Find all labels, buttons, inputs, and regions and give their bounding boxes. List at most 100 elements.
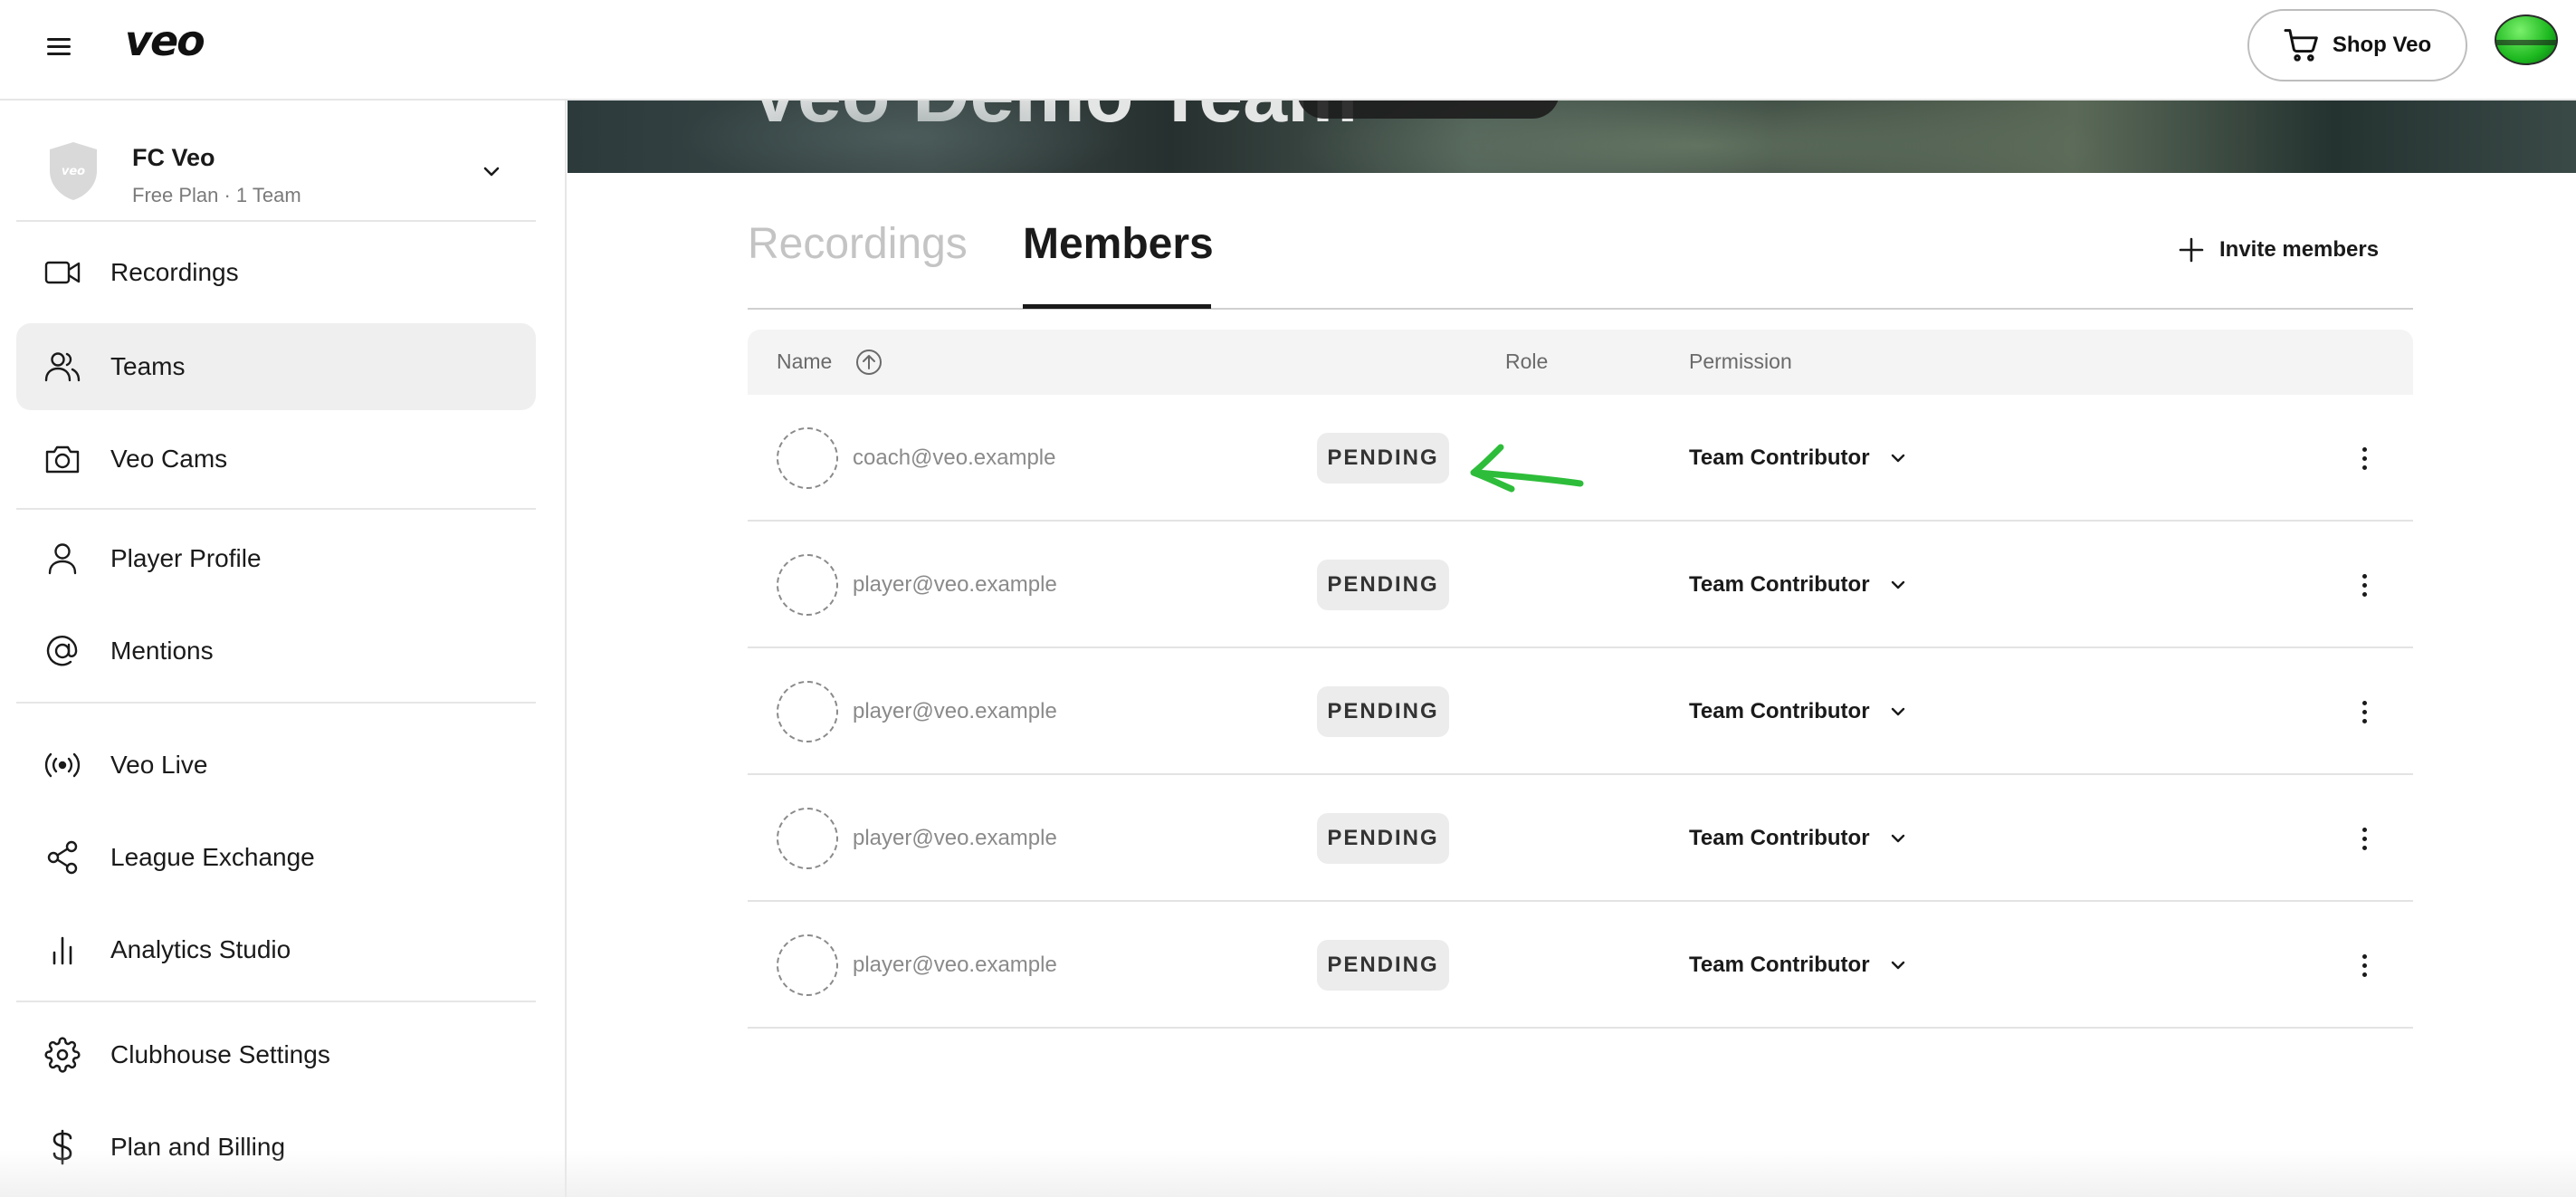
sidebar-item-veo-cams[interactable]: Veo Cams: [16, 416, 536, 503]
permission-value: Team Contributor: [1689, 699, 1870, 723]
tab-members[interactable]: Members: [1023, 219, 1214, 269]
club-shield-icon: veo: [50, 142, 97, 200]
shop-veo-button[interactable]: Shop Veo: [2247, 9, 2467, 81]
more-options-icon[interactable]: [2348, 694, 2380, 730]
sidebar-item-mentions[interactable]: Mentions: [16, 608, 536, 694]
table-row: player@veo.example PENDING Team Contribu…: [748, 775, 2413, 902]
status-badge: PENDING: [1317, 813, 1449, 864]
sidebar-item-label: Recordings: [110, 258, 239, 286]
sidebar-item-label: Player Profile: [110, 544, 262, 572]
svg-text:veo: veo: [62, 165, 85, 178]
invite-members-button[interactable]: Invite members: [2178, 230, 2379, 270]
sidebar-item-veo-live[interactable]: Veo Live: [16, 722, 536, 809]
member-avatar-placeholder: [777, 681, 838, 742]
chevron-down-icon[interactable]: [478, 158, 505, 186]
user-icon: [43, 540, 81, 578]
annotation-arrow-icon: [1470, 444, 1584, 493]
video-camera-icon: [43, 254, 81, 292]
status-badge: PENDING: [1317, 686, 1449, 737]
member-avatar-placeholder: [777, 427, 838, 489]
more-options-icon[interactable]: [2348, 820, 2380, 857]
sidebar-item-label: League Exchange: [110, 843, 315, 871]
member-email: player@veo.example: [853, 699, 1057, 723]
bar-chart-icon: [43, 931, 81, 969]
member-avatar-placeholder: [777, 554, 838, 616]
sidebar-item-label: Clubhouse Settings: [110, 1040, 330, 1068]
permission-value: Team Contributor: [1689, 826, 1870, 850]
sidebar-divider: [16, 702, 536, 704]
sidebar-item-teams[interactable]: Teams: [16, 323, 536, 410]
column-header-role: Role: [1505, 350, 1549, 373]
status-badge: PENDING: [1317, 940, 1449, 991]
team-hero-banner: Veo Demo Team: [568, 101, 2576, 173]
chevron-down-icon: [1891, 454, 1904, 463]
chevron-down-icon: [1891, 961, 1904, 970]
team-title: Veo Demo Team: [749, 101, 1358, 140]
plus-icon: [2179, 237, 2204, 263]
sidebar-item-league-exchange[interactable]: League Exchange: [16, 814, 536, 901]
shopping-cart-icon: [2284, 29, 2318, 62]
user-avatar[interactable]: [2495, 14, 2558, 65]
member-email: coach@veo.example: [853, 445, 1056, 470]
broadcast-icon: [43, 746, 81, 784]
chevron-down-icon: [1891, 580, 1904, 589]
sidebar-divider: [16, 1001, 536, 1002]
permission-dropdown[interactable]: Team Contributor: [1689, 820, 1908, 857]
sidebar-item-plan-and-billing[interactable]: Plan and Billing: [16, 1104, 536, 1191]
member-email: player@veo.example: [853, 826, 1057, 850]
more-options-icon[interactable]: [2348, 947, 2380, 983]
column-header-name[interactable]: Name: [777, 350, 832, 374]
column-header-permission: Permission: [1689, 350, 1792, 373]
camera-icon: [43, 440, 81, 478]
more-options-icon[interactable]: [2348, 567, 2380, 603]
sidebar-item-player-profile[interactable]: Player Profile: [16, 515, 536, 602]
permission-value: Team Contributor: [1689, 445, 1870, 470]
sidebar-item-recordings[interactable]: Recordings: [16, 229, 536, 316]
sidebar-item-label: Analytics Studio: [110, 935, 291, 963]
permission-value: Team Contributor: [1689, 572, 1870, 597]
permission-dropdown[interactable]: Team Contributor: [1689, 440, 1908, 476]
member-avatar-placeholder: [777, 934, 838, 996]
org-switcher[interactable]: veo FC Veo Free Plan · 1 Team: [16, 120, 536, 222]
gear-icon: [43, 1036, 81, 1074]
sidebar-item-label: Mentions: [110, 637, 214, 665]
veo-logo[interactable]: veo: [125, 16, 205, 65]
sidebar-item-label: Veo Cams: [110, 445, 228, 473]
org-name: FC Veo: [132, 144, 215, 171]
member-email: player@veo.example: [853, 572, 1057, 597]
more-options-icon[interactable]: [2348, 440, 2380, 476]
permission-dropdown[interactable]: Team Contributor: [1689, 694, 1908, 730]
hamburger-menu-icon[interactable]: [43, 33, 76, 60]
permission-dropdown[interactable]: Team Contributor: [1689, 947, 1908, 983]
status-badge: PENDING: [1317, 433, 1449, 484]
sidebar-item-label: Veo Live: [110, 751, 208, 779]
tab-recordings[interactable]: Recordings: [748, 219, 968, 269]
member-avatar-placeholder: [777, 808, 838, 869]
table-row: player@veo.example PENDING Team Contribu…: [748, 902, 2413, 1029]
sort-ascending-icon[interactable]: [854, 348, 883, 377]
top-bar: veo Shop Veo: [0, 0, 2576, 101]
permission-dropdown[interactable]: Team Contributor: [1689, 567, 1908, 603]
shop-veo-label: Shop Veo: [2332, 33, 2432, 57]
sidebar-item-analytics-studio[interactable]: Analytics Studio: [16, 906, 536, 993]
chevron-down-icon: [1891, 834, 1904, 843]
chevron-down-icon: [1891, 707, 1904, 716]
users-icon: [43, 348, 81, 386]
table-row: player@veo.example PENDING Team Contribu…: [748, 522, 2413, 648]
dollar-icon: [43, 1128, 81, 1166]
members-table: Name Role Permission coach@veo.example P…: [748, 330, 2413, 1029]
sidebar-item-clubhouse-settings[interactable]: Clubhouse Settings: [16, 1011, 536, 1098]
table-header: Name Role Permission: [748, 330, 2413, 395]
hero-action-pill[interactable]: [1297, 101, 1560, 119]
share-icon: [43, 838, 81, 876]
team-tabs: Recordings Members Invite members: [748, 199, 2413, 310]
permission-value: Team Contributor: [1689, 953, 1870, 977]
invite-members-label: Invite members: [2219, 237, 2380, 262]
sidebar-item-label: Teams: [110, 352, 186, 380]
at-sign-icon: [43, 632, 81, 670]
table-row: player@veo.example PENDING Team Contribu…: [748, 648, 2413, 775]
sidebar-item-label: Plan and Billing: [110, 1133, 286, 1161]
org-plan: Free Plan · 1 Team: [132, 184, 301, 206]
sidebar-divider: [16, 508, 536, 510]
status-badge: PENDING: [1317, 560, 1449, 610]
